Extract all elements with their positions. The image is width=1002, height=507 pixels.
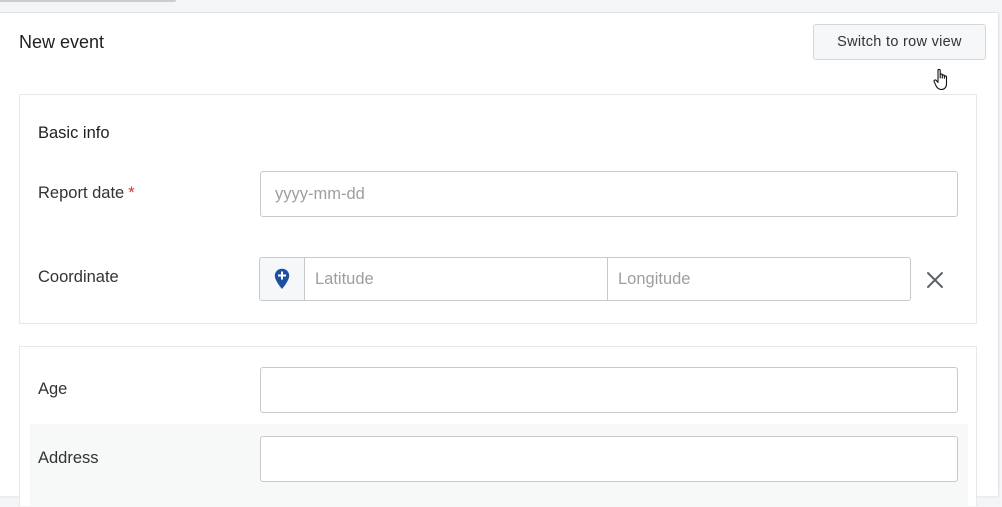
top-tab-indicator — [0, 0, 176, 2]
report-date-label-text: Report date — [38, 184, 125, 202]
new-event-card: New event Switch to row view Basic info … — [0, 12, 999, 507]
coordinate-label: Coordinate — [38, 268, 119, 286]
basic-info-section: Basic info Report date * yyyy-mm-dd Coord… — [19, 94, 977, 324]
report-date-placeholder: yyyy-mm-dd — [275, 184, 365, 203]
latitude-placeholder: Latitude — [315, 269, 374, 288]
age-input[interactable] — [260, 367, 958, 413]
switch-to-row-view-button[interactable]: Switch to row view — [813, 24, 986, 60]
latitude-input[interactable]: Latitude — [304, 257, 608, 301]
age-label: Age — [38, 380, 68, 398]
close-icon[interactable] — [925, 270, 945, 290]
longitude-placeholder: Longitude — [618, 269, 691, 288]
longitude-input[interactable]: Longitude — [607, 257, 911, 301]
address-input[interactable] — [260, 436, 958, 482]
location-pin-icon — [274, 268, 290, 289]
hand-cursor-icon — [933, 68, 948, 91]
report-date-label: Report date * — [38, 184, 135, 203]
section-title-basic-info: Basic info — [38, 124, 110, 142]
details-section: Age Address — [19, 346, 977, 507]
pick-location-button[interactable] — [259, 257, 305, 301]
address-label: Address — [38, 449, 99, 467]
page-title: New event — [19, 32, 105, 52]
required-marker: * — [128, 184, 135, 202]
report-date-input[interactable]: yyyy-mm-dd — [260, 171, 958, 217]
